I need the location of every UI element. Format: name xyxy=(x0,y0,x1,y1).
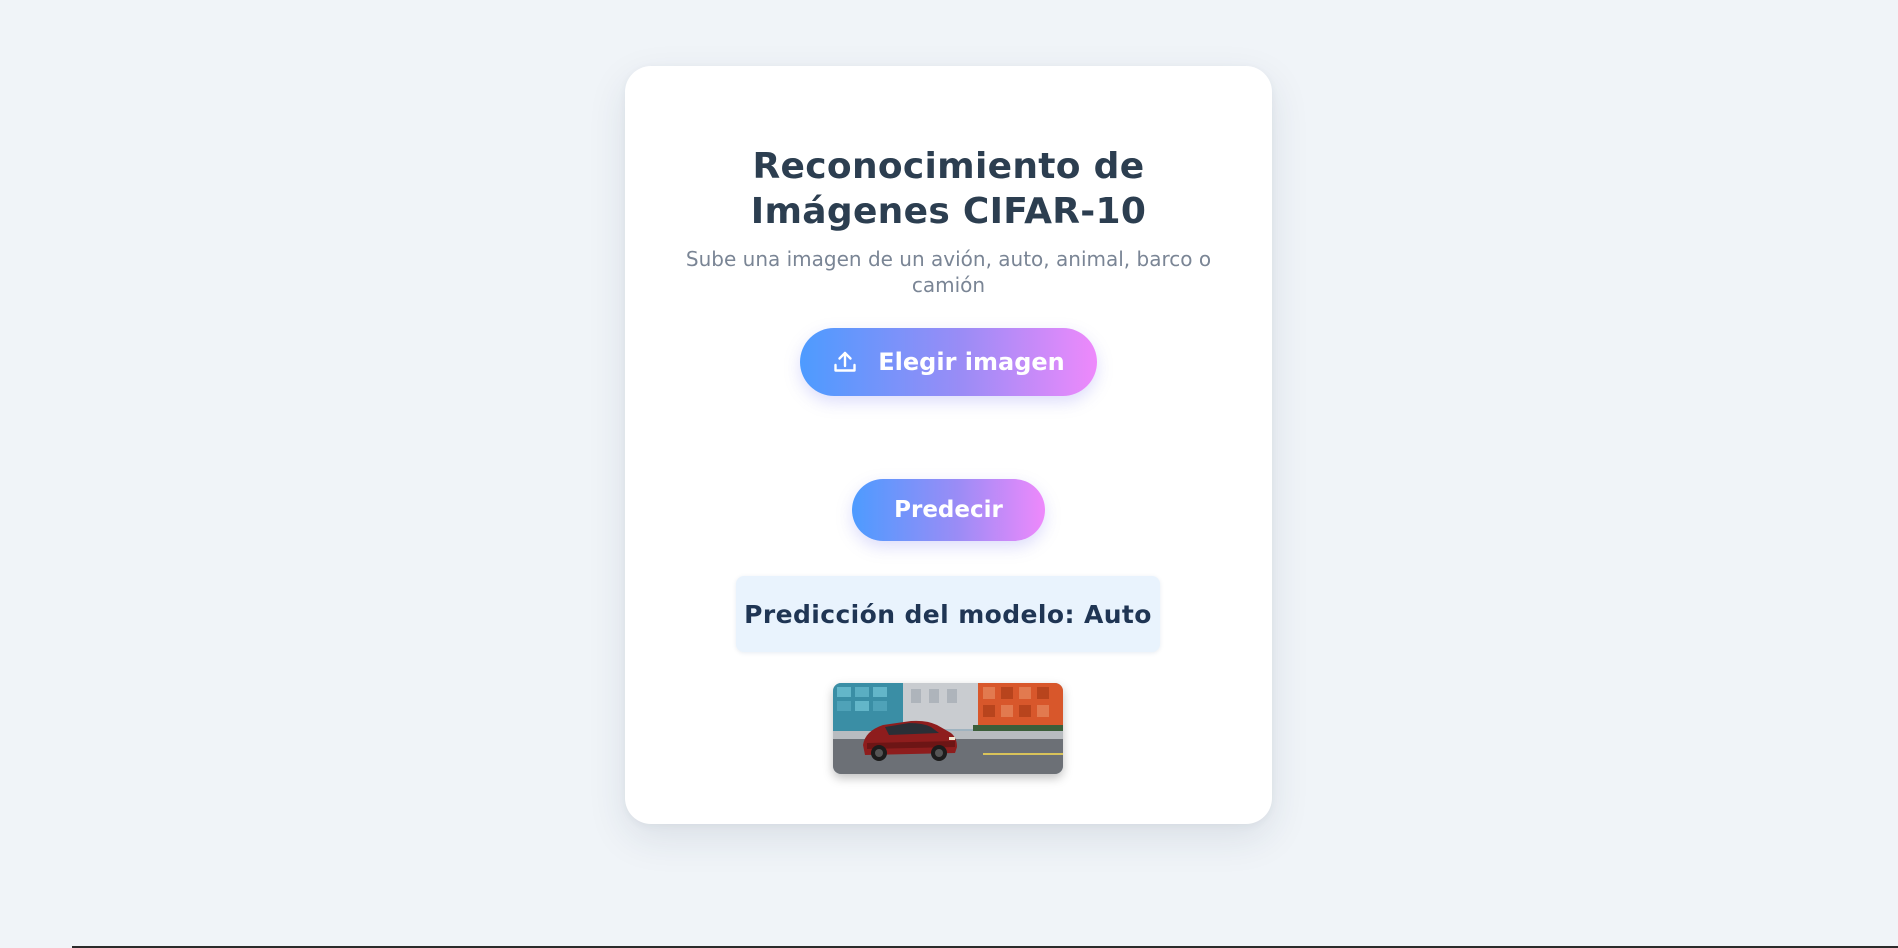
page-title: Reconocimiento de Imágenes CIFAR-10 xyxy=(625,144,1272,234)
page-title-line-2: Imágenes CIFAR-10 xyxy=(750,191,1147,232)
prediction-result: Predicción del modelo: Auto xyxy=(736,576,1160,652)
page-title-line-1: Reconocimiento de xyxy=(752,146,1145,187)
page-subtitle: Sube una imagen de un avión, auto, anima… xyxy=(685,247,1212,297)
predict-button[interactable]: Predecir xyxy=(852,479,1045,541)
choose-image-button[interactable]: Elegir imagen xyxy=(800,328,1097,396)
image-preview xyxy=(833,683,1063,774)
upload-icon xyxy=(832,349,858,375)
main-card: Reconocimiento de Imágenes CIFAR-10 Sube… xyxy=(625,66,1272,824)
choose-image-label: Elegir imagen xyxy=(878,348,1065,376)
